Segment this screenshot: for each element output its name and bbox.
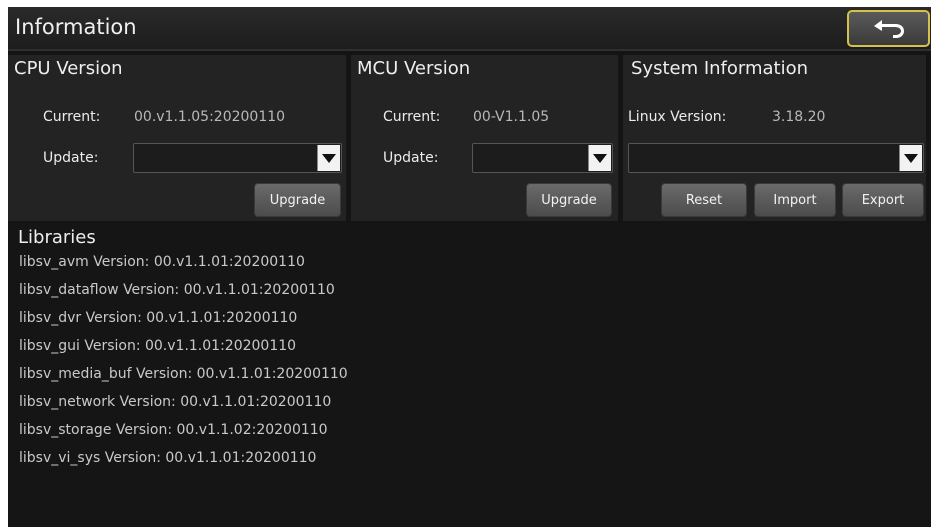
libraries-title: Libraries xyxy=(18,227,96,248)
mcu-upgrade-button[interactable]: Upgrade xyxy=(526,183,612,217)
library-item: libsv_dvr Version: 00.v1.1.01:20200110 xyxy=(19,310,298,326)
chevron-down-icon[interactable] xyxy=(588,145,611,171)
system-information-panel: System Information Linux Version: 3.18.2… xyxy=(623,55,926,221)
mcu-current-value: 00-V1.1.05 xyxy=(473,109,550,125)
import-button[interactable]: Import xyxy=(754,183,836,217)
linux-version-label: Linux Version: xyxy=(628,109,727,125)
chevron-down-icon[interactable] xyxy=(899,145,922,171)
cpu-update-select[interactable] xyxy=(133,143,342,173)
information-screen: Information CPU Version Current: 00.v1.1… xyxy=(8,7,931,527)
cpu-current-value: 00.v1.1.05:20200110 xyxy=(134,109,286,125)
cpu-update-label: Update: xyxy=(43,150,99,166)
system-select[interactable] xyxy=(628,143,924,173)
cpu-upgrade-button[interactable]: Upgrade xyxy=(254,183,341,217)
mcu-update-label: Update: xyxy=(383,150,439,166)
libraries-panel: Libraries libsv_avm Version: 00.v1.1.01:… xyxy=(8,223,931,527)
library-item: libsv_storage Version: 00.v1.1.02:202001… xyxy=(19,422,328,438)
export-button[interactable]: Export xyxy=(842,183,924,217)
library-item: libsv_media_buf Version: 00.v1.1.01:2020… xyxy=(19,366,348,382)
cpu-version-panel: CPU Version Current: 00.v1.1.05:20200110… xyxy=(8,55,346,221)
library-item: libsv_dataflow Version: 00.v1.1.01:20200… xyxy=(19,282,335,298)
chevron-down-icon[interactable] xyxy=(317,145,340,171)
library-item: libsv_network Version: 00.v1.1.01:202001… xyxy=(19,394,332,410)
cpu-version-title: CPU Version xyxy=(14,58,123,79)
reset-button[interactable]: Reset xyxy=(661,183,747,217)
back-button[interactable] xyxy=(847,10,930,47)
cpu-current-label: Current: xyxy=(43,109,101,125)
mcu-update-select[interactable] xyxy=(472,143,613,173)
mcu-version-title: MCU Version xyxy=(357,58,471,79)
page-title: Information xyxy=(15,15,137,39)
linux-version-value: 3.18.20 xyxy=(772,109,826,125)
back-arrow-icon xyxy=(873,19,904,38)
library-item: libsv_avm Version: 00.v1.1.01:20200110 xyxy=(19,254,305,270)
library-item: libsv_gui Version: 00.v1.1.01:20200110 xyxy=(19,338,297,354)
mcu-current-label: Current: xyxy=(383,109,441,125)
system-information-title: System Information xyxy=(631,58,809,79)
mcu-version-panel: MCU Version Current: 00-V1.1.05 Update: … xyxy=(351,55,618,221)
library-item: libsv_vi_sys Version: 00.v1.1.01:2020011… xyxy=(19,450,317,466)
title-bar: Information xyxy=(8,7,931,51)
